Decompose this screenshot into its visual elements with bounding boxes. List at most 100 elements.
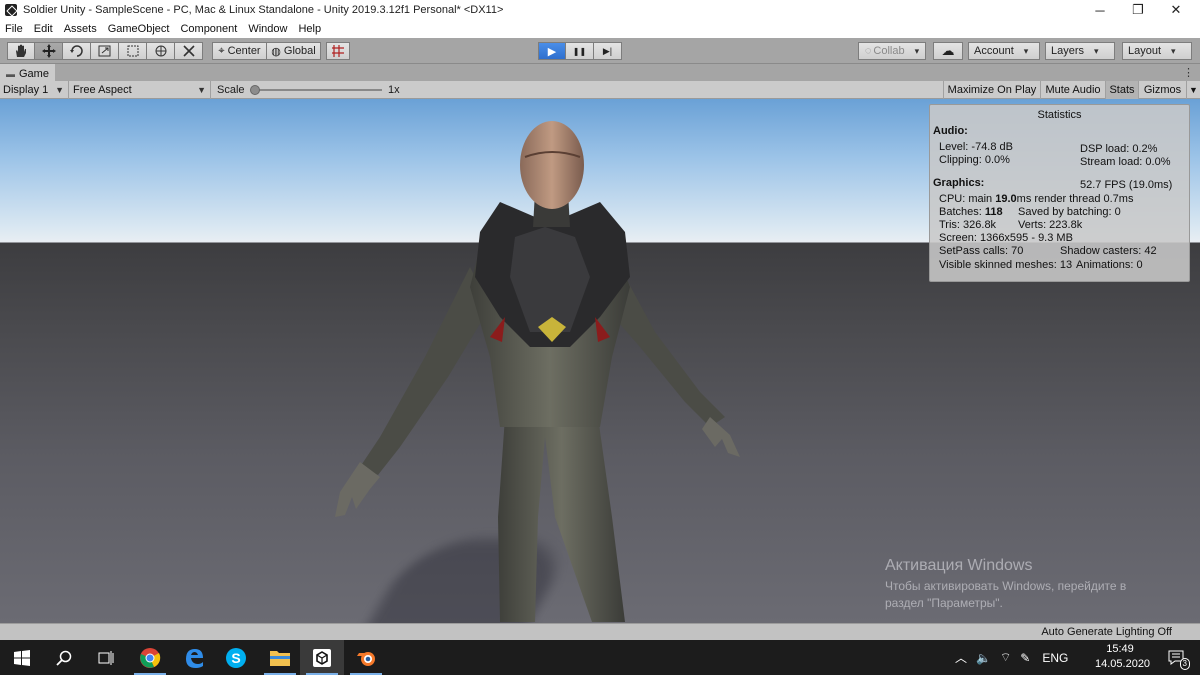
pivot-center-toggle[interactable]: ⌖ Center <box>212 42 267 60</box>
activation-watermark-text: Чтобы активировать Windows, перейдите в … <box>885 578 1126 612</box>
layout-label: Layout <box>1128 45 1162 57</box>
chrome-icon <box>140 647 161 668</box>
clock-date: 14.05.2020 <box>1095 658 1151 670</box>
menu-component[interactable]: Component <box>180 23 237 35</box>
status-bar: Auto Generate Lighting Off <box>0 623 1200 640</box>
taskbar-unity[interactable] <box>300 640 344 675</box>
play-button[interactable]: ▶ <box>538 42 566 60</box>
aspect-dropdown[interactable]: Free Aspect ▼ <box>70 81 211 99</box>
tab-game[interactable]: ▬ Game <box>0 64 55 81</box>
scale-tool-button[interactable] <box>91 42 119 60</box>
pivot-controls: ⌖ Center ◍ Global <box>212 42 321 60</box>
cpu-time: CPU: main 19.0ms render thread 0.7ms <box>939 193 1133 205</box>
transform-tool-button[interactable] <box>147 42 175 60</box>
custom-tool-button[interactable] <box>175 42 203 60</box>
system-clock[interactable]: 15:49 14.05.2020 <box>1095 642 1151 672</box>
taskbar-file-explorer[interactable] <box>258 640 302 675</box>
hand-tool-button[interactable] <box>7 42 35 60</box>
display-dropdown[interactable]: Display 1 ▼ <box>0 81 69 99</box>
account-label: Account <box>974 45 1014 57</box>
menu-window[interactable]: Window <box>248 23 287 35</box>
space-global-toggle[interactable]: ◍ Global <box>267 42 321 60</box>
rect-tool-button[interactable] <box>119 42 147 60</box>
search-button[interactable] <box>42 640 86 675</box>
cloud-controls: ☁ <box>933 42 963 60</box>
account-dropdown[interactable]: Account <box>968 42 1040 60</box>
activation-watermark-line1: Чтобы активировать Windows, перейдите в <box>885 579 1127 593</box>
task-view-button[interactable] <box>84 640 128 675</box>
windows-taskbar: S ︿ 🔈 ⌔ ✎ ENG 15:49 14.05.2020 3 <box>0 640 1200 675</box>
transform-tools <box>7 42 203 60</box>
cpu-prefix: CPU: main <box>939 193 996 205</box>
game-tab-strip: ▬ Game ⋮ <box>0 64 1200 81</box>
pen-icon[interactable]: ✎ <box>1020 651 1030 665</box>
chevron-down-icon: ▼ <box>55 85 64 95</box>
task-view-icon <box>98 650 114 665</box>
rotate-tool-button[interactable] <box>63 42 91 60</box>
layout-dropdown[interactable]: Layout <box>1122 42 1192 60</box>
collab-icon: ◌ <box>864 45 872 57</box>
chevron-up-icon[interactable]: ︿ <box>955 649 967 666</box>
language-indicator[interactable]: ENG <box>1042 651 1068 665</box>
layout-controls: Layout <box>1122 42 1192 60</box>
windows-start-icon <box>14 649 30 666</box>
start-button[interactable] <box>0 640 44 675</box>
shadow-casters: Shadow casters: 42 <box>1060 245 1157 257</box>
file-explorer-icon <box>270 650 290 666</box>
pivot-icon: ⌖ <box>218 44 225 57</box>
graphics-header: Graphics: <box>933 177 985 189</box>
taskbar-blender[interactable] <box>344 640 388 675</box>
minimize-button[interactable]: ─ <box>1082 0 1118 20</box>
taskbar-skype[interactable]: S <box>214 640 258 675</box>
stats-toggle[interactable]: Stats <box>1105 81 1138 99</box>
menu-edit[interactable]: Edit <box>34 23 53 35</box>
gizmos-toggle[interactable]: Gizmos <box>1138 81 1186 99</box>
scale-value: 1x <box>388 84 400 96</box>
layers-dropdown[interactable]: Layers <box>1045 42 1115 60</box>
menu-file[interactable]: File <box>5 23 23 35</box>
menu-help[interactable]: Help <box>298 23 321 35</box>
collab-dropdown[interactable]: ◌ Collab <box>858 42 926 60</box>
game-tab-icon: ▬ <box>6 68 15 79</box>
lighting-status[interactable]: Auto Generate Lighting Off <box>1041 626 1172 638</box>
taskbar-chrome[interactable] <box>128 640 172 675</box>
network-icon[interactable]: ⌔ <box>1000 650 1011 665</box>
mute-audio-toggle[interactable]: Mute Audio <box>1040 81 1105 99</box>
batches-prefix: Batches: <box>939 206 985 218</box>
batches-value: 118 <box>984 206 1003 218</box>
grid-snap-icon <box>332 45 344 57</box>
move-tool-button[interactable] <box>35 42 63 60</box>
close-button[interactable]: ✕ <box>1158 0 1194 20</box>
collab-controls: ◌ Collab <box>858 42 926 60</box>
action-center-button[interactable]: 3 <box>1155 640 1199 675</box>
cloud-button[interactable]: ☁ <box>933 42 963 60</box>
gizmos-dropdown-arrow[interactable]: ▼ <box>1186 81 1200 99</box>
pivot-label: Center <box>227 45 261 57</box>
activation-watermark-line2: раздел "Параметры". <box>885 596 1003 610</box>
menu-gameobject[interactable]: GameObject <box>108 23 170 35</box>
audio-level: Level: -74.8 dB <box>939 141 1013 153</box>
maximize-on-play-toggle[interactable]: Maximize On Play <box>943 81 1040 99</box>
tab-menu-icon[interactable]: ⋮ <box>1183 66 1194 79</box>
tab-game-label: Game <box>19 67 49 80</box>
animations-count: Animations: 0 <box>1076 259 1143 271</box>
pause-button[interactable]: ❚❚ <box>566 42 594 60</box>
skype-icon: S <box>226 647 246 668</box>
screen-info: Screen: 1366x595 - 9.3 MB <box>939 232 1073 244</box>
saved-by-batching: Saved by batching: 0 <box>1018 206 1121 218</box>
menu-assets[interactable]: Assets <box>64 23 97 35</box>
scale-slider-track[interactable] <box>252 89 382 91</box>
globe-icon: ◍ <box>271 45 281 58</box>
scale-slider-handle[interactable] <box>250 85 260 95</box>
taskbar-edge[interactable] <box>172 640 216 675</box>
blender-icon <box>357 651 375 666</box>
layers-label: Layers <box>1051 45 1085 57</box>
system-tray: ︿ 🔈 ⌔ ✎ ENG <box>955 640 1068 675</box>
step-button[interactable]: ▶| <box>594 42 622 60</box>
maximize-button[interactable]: ❐ <box>1120 0 1156 20</box>
grid-snap-button[interactable] <box>326 42 350 60</box>
snap-controls <box>326 42 350 60</box>
aspect-label: Free Aspect <box>73 84 132 96</box>
volume-icon[interactable]: 🔈 <box>976 651 991 665</box>
unity-app-icon <box>5 4 17 16</box>
